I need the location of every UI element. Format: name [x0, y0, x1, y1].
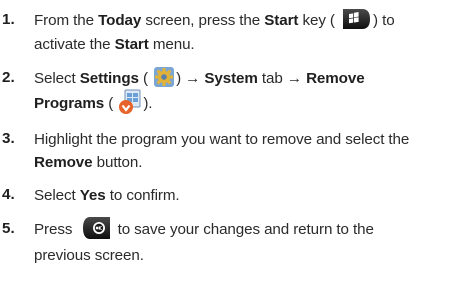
step-text: tab → — [257, 70, 307, 87]
step-text: previous screen. — [34, 247, 144, 264]
step-text: ). — [143, 95, 153, 113]
step-text: ( — [138, 70, 148, 87]
step-keyword: Start — [114, 36, 149, 53]
step-keyword: Start — [264, 12, 299, 29]
step-number: 1. — [2, 11, 15, 28]
step-text-line: From the Today screen, press the Start k… — [34, 8, 395, 31]
step-text-line: previous screen. — [34, 246, 144, 266]
step-number: 2. — [2, 69, 15, 86]
step-text: ) to — [373, 12, 395, 29]
step-text: ( — [104, 95, 114, 113]
step-text: Select — [34, 70, 80, 87]
step-text: Select — [34, 187, 80, 204]
step-keyword: Programs — [34, 95, 105, 113]
step-text: menu. — [148, 36, 195, 53]
ok-key-icon — [82, 216, 112, 240]
step-keyword: Today — [98, 12, 142, 29]
step-keyword: Yes — [79, 187, 106, 204]
windows-start-key-icon — [340, 8, 372, 30]
step-keyword: System — [204, 70, 258, 87]
step-text: screen, press the — [141, 12, 265, 29]
step-text: button. — [92, 154, 143, 171]
step-keyword: Remove — [34, 154, 93, 171]
step-text: Highlight the program you want to remove… — [34, 131, 410, 148]
settings-gear-icon — [153, 66, 175, 88]
step-text: activate the — [34, 36, 115, 53]
step-number: 3. — [2, 130, 15, 147]
step-keyword: Remove — [306, 70, 365, 87]
step-text-line: activate the Start menu. — [34, 35, 195, 55]
step-number: 5. — [2, 220, 15, 237]
step-text: From the — [34, 12, 99, 29]
step-text-line: Highlight the program you want to remove… — [34, 130, 409, 150]
step-text-line: Press to save your changes and return to… — [34, 217, 374, 240]
remove-programs-icon — [118, 89, 142, 115]
step-text-line: Remove button. — [34, 153, 142, 173]
step-text: to save your changes and return to the — [113, 221, 374, 239]
step-text: key ( — [298, 12, 335, 29]
instruction-page: 1. From the Today screen, press the Star… — [0, 0, 465, 293]
step-text: ) → — [176, 70, 205, 87]
step-keyword: Settings — [79, 70, 139, 87]
step-text: Press — [34, 221, 73, 239]
step-number: 4. — [2, 186, 15, 203]
step-text-line: Select Yes to confirm. — [34, 186, 180, 206]
step-text-line: Select Settings () → System tab → Remov… — [34, 66, 365, 89]
step-text: to confirm. — [105, 187, 180, 204]
step-text-line: Programs ( ). — [34, 89, 153, 115]
